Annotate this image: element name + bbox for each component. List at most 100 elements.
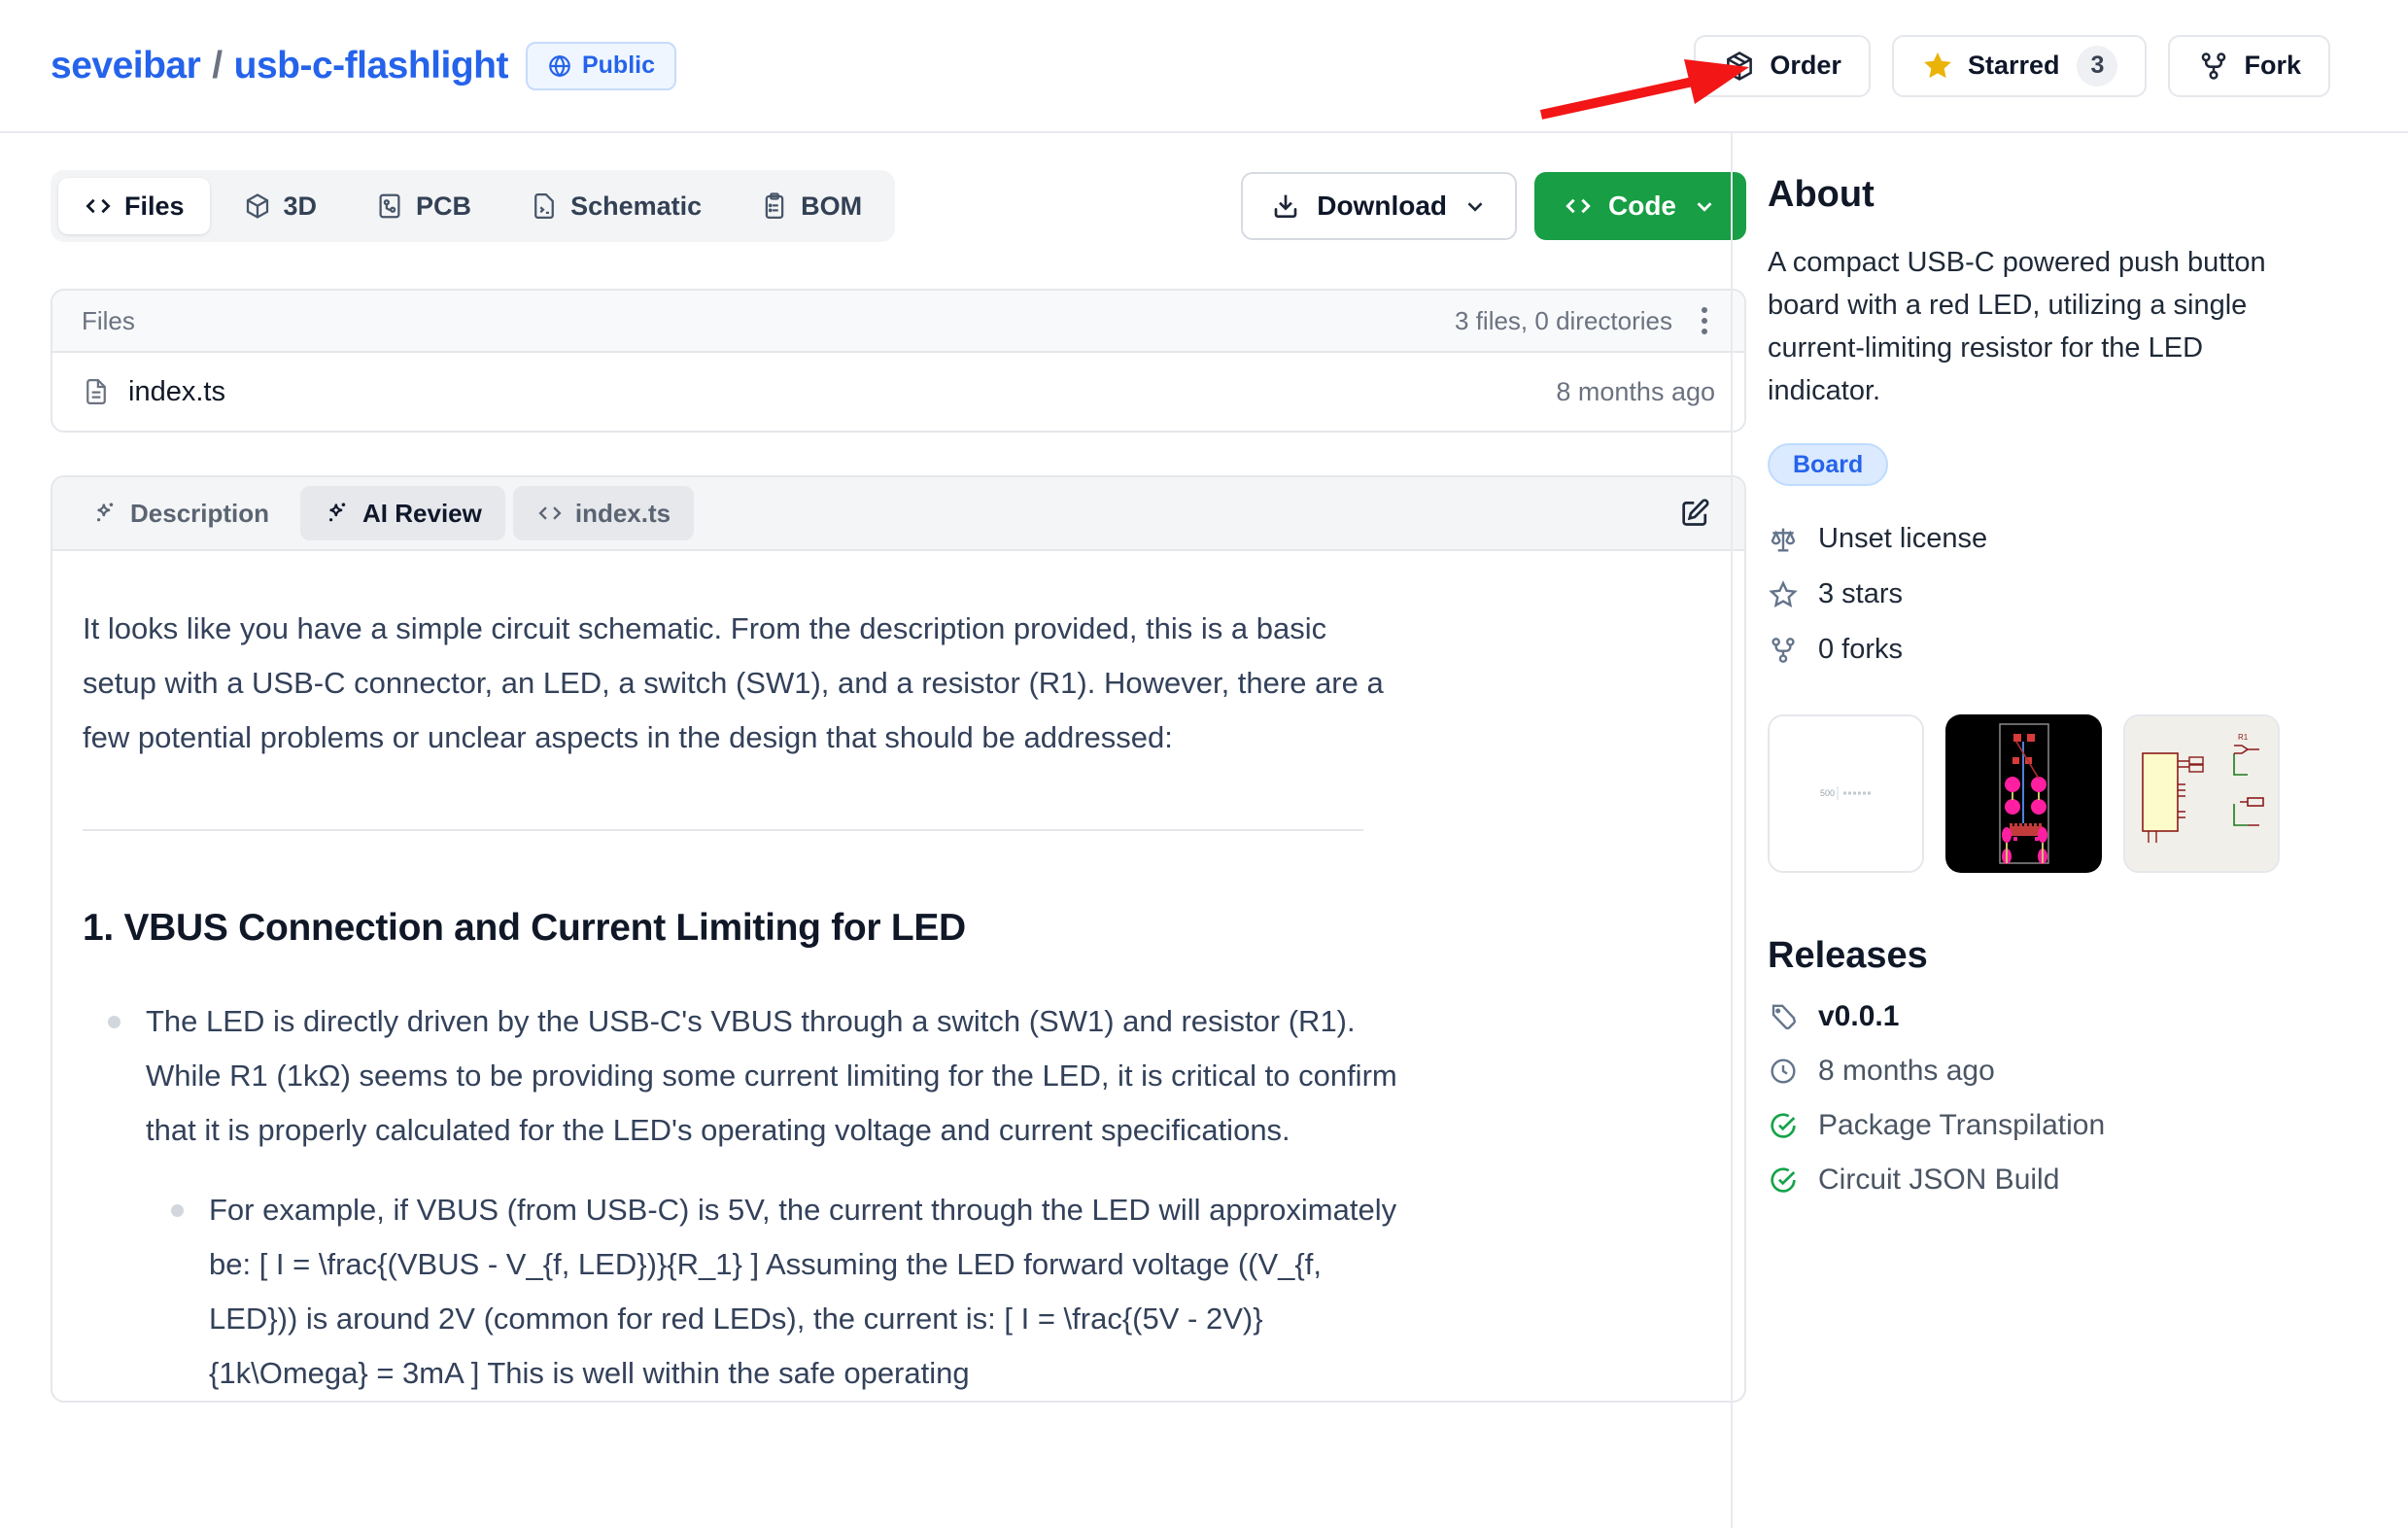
fork-button-label: Fork [2244, 51, 2301, 81]
releases-title: Releases [1768, 935, 2280, 977]
edit-pencil-icon [1678, 497, 1711, 530]
fork-button[interactable]: Fork [2168, 35, 2330, 97]
clipboard-icon [760, 191, 789, 221]
view-tab-bar: Files 3D PCB [51, 170, 895, 242]
tag-board[interactable]: Board [1768, 443, 1888, 486]
tab-3d[interactable]: 3D [218, 178, 343, 234]
divider [83, 829, 1363, 831]
release-version-row[interactable]: v0.0.1 [1768, 1000, 2280, 1033]
tab-bom-label: BOM [801, 191, 862, 222]
review-bullet-list: The LED is directly driven by the USB-C'… [83, 994, 1399, 1401]
star-count-badge: 3 [2077, 46, 2117, 87]
code-icon [1564, 191, 1593, 221]
tab-files-label: Files [124, 191, 185, 222]
code-button-label: Code [1608, 191, 1676, 222]
tab-schematic[interactable]: Schematic [504, 178, 727, 234]
repo-page: seveibar/usb-c-flashlight Public Order [0, 0, 2408, 1528]
release-version: v0.0.1 [1818, 1000, 1899, 1033]
fork-icon [1768, 635, 1799, 666]
files-panel-header: Files 3 files, 0 directories [52, 291, 1744, 353]
review-bullet-1: The LED is directly driven by the USB-C'… [83, 994, 1399, 1401]
viewer-panel: Description AI Review index.ts [51, 475, 1746, 1403]
tab-3d-label: 3D [284, 191, 318, 222]
license-row[interactable]: Unset license [1768, 523, 2280, 555]
star-icon [1921, 50, 1954, 83]
owner-link[interactable]: seveibar [51, 45, 200, 87]
tab-index-ts-label: index.ts [575, 499, 671, 529]
svg-text:R1: R1 [2238, 733, 2249, 742]
tab-description-label: Description [130, 499, 269, 529]
check-circle-icon [1768, 1110, 1799, 1141]
viewer-tab-bar: Description AI Review index.ts [52, 477, 1744, 551]
globe-icon [547, 53, 572, 79]
visibility-badge: Public [526, 42, 676, 90]
file-icon [82, 377, 111, 406]
starred-button[interactable]: Starred 3 [1892, 35, 2148, 97]
tab-ai-review-label: AI Review [362, 499, 482, 529]
code-button[interactable]: Code [1534, 172, 1746, 240]
preview-thumbnails: 500 R1 [1768, 714, 2280, 873]
tab-pcb-label: PCB [416, 191, 471, 222]
stars-label: 3 stars [1818, 578, 1903, 610]
repo-header: seveibar/usb-c-flashlight Public Order [0, 0, 2408, 133]
tag-icon [1768, 1001, 1799, 1032]
content-column: Files 3D PCB [0, 133, 1731, 1403]
review-heading-1: 1. VBUS Connection and Current Limiting … [83, 907, 1399, 950]
header-actions: Order Starred 3 Fork [1694, 35, 2330, 97]
sidebar: About A compact USB-C powered push butto… [1731, 133, 2357, 1528]
repo-link[interactable]: usb-c-flashlight [234, 45, 508, 87]
tab-index-ts[interactable]: index.ts [513, 486, 694, 540]
files-panel: Files 3 files, 0 directories index.ts 8 … [51, 289, 1746, 433]
review-bullet-1-1: For example, if VBUS (from USB-C) is 5V,… [146, 1183, 1399, 1401]
edit-button[interactable] [1670, 489, 1719, 538]
tab-ai-review[interactable]: AI Review [300, 486, 505, 540]
check-circle-icon [1768, 1164, 1799, 1196]
release-check-label: Circuit JSON Build [1818, 1163, 2059, 1197]
files-menu-button[interactable] [1694, 299, 1715, 342]
tab-files[interactable]: Files [58, 178, 210, 234]
download-button-label: Download [1317, 191, 1447, 222]
forks-label: 0 forks [1818, 634, 1903, 666]
file-row[interactable]: index.ts 8 months ago [52, 353, 1744, 431]
download-icon [1270, 191, 1301, 222]
visibility-badge-label: Public [582, 52, 655, 80]
ai-review-content: It looks like you have a simple circuit … [52, 551, 1432, 1401]
license-scale-icon [1768, 524, 1799, 555]
files-panel-title: Files [82, 306, 135, 336]
schematic-file-icon [530, 191, 559, 221]
about-title: About [1768, 174, 2280, 216]
schematic-preview-thumbnail[interactable]: R1 [2123, 714, 2280, 873]
view-toolbar: Files 3D PCB [51, 170, 1746, 242]
release-check-transpilation[interactable]: Package Transpilation [1768, 1109, 2280, 1142]
pcb-preview-thumbnail[interactable] [1945, 714, 2102, 873]
order-button[interactable]: Order [1694, 35, 1871, 97]
breadcrumb: seveibar/usb-c-flashlight Public [51, 42, 676, 90]
stars-row[interactable]: 3 stars [1768, 578, 2280, 610]
breadcrumb-separator: / [200, 45, 233, 87]
sparkles-icon [91, 500, 119, 527]
cube-3d-icon [243, 191, 272, 221]
forks-row[interactable]: 0 forks [1768, 634, 2280, 666]
review-intro: It looks like you have a simple circuit … [83, 602, 1399, 765]
chevron-down-icon [1462, 193, 1488, 219]
release-age: 8 months ago [1818, 1055, 1995, 1088]
release-age-row: 8 months ago [1768, 1055, 2280, 1088]
file-name: index.ts [128, 376, 225, 408]
download-button[interactable]: Download [1241, 172, 1517, 240]
about-description: A compact USB-C powered push button boar… [1768, 241, 2280, 412]
star-outline-icon [1768, 579, 1799, 610]
release-check-circuit-json[interactable]: Circuit JSON Build [1768, 1163, 2280, 1197]
tab-pcb[interactable]: PCB [350, 178, 497, 234]
fork-icon [2197, 50, 2230, 83]
pcb-icon [375, 191, 404, 221]
code-icon [84, 191, 113, 221]
tab-description[interactable]: Description [68, 486, 292, 540]
svg-text:500: 500 [1820, 788, 1835, 798]
release-check-label: Package Transpilation [1818, 1109, 2105, 1142]
3d-preview-thumbnail[interactable]: 500 [1768, 714, 1924, 873]
tab-schematic-label: Schematic [570, 191, 702, 222]
tab-bom[interactable]: BOM [735, 178, 887, 234]
order-button-label: Order [1770, 51, 1841, 81]
files-summary: 3 files, 0 directories [1455, 306, 1672, 336]
license-label: Unset license [1818, 523, 1987, 555]
